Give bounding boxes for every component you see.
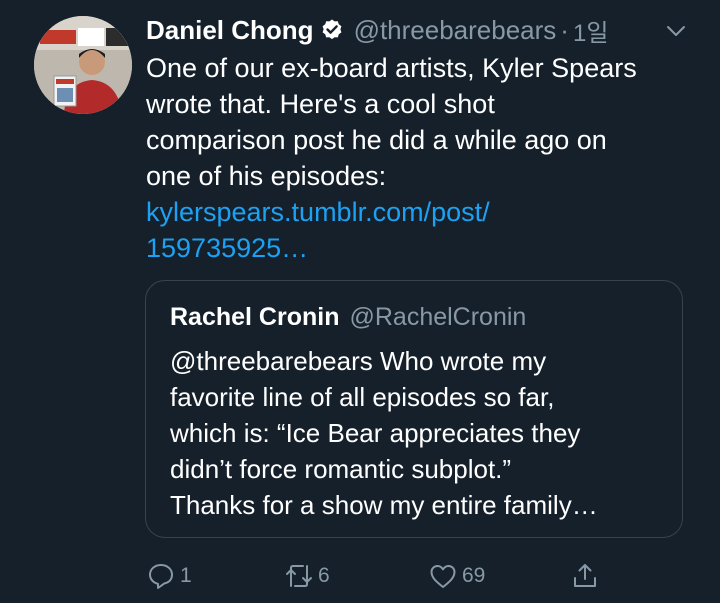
profile-photo [34, 16, 132, 114]
like-button[interactable]: 69 [428, 558, 485, 594]
verified-badge-icon [320, 18, 344, 42]
share-button[interactable] [570, 558, 600, 594]
timestamp[interactable]: 1일 [573, 13, 608, 48]
quoted-author-handle: @RachelCronin [349, 302, 527, 331]
quoted-author-display-name: Rachel Cronin [170, 302, 340, 331]
quoted-text-line: @threebarebears Who wrote my [170, 346, 547, 376]
quoted-tweet-header: Rachel Cronin @RachelCronin [170, 299, 526, 335]
retweet-count: 6 [318, 564, 330, 587]
author-handle[interactable]: @threebarebears [354, 15, 557, 46]
tweet-text-line: comparison post he did a while ago on [146, 125, 607, 155]
like-count: 69 [462, 564, 486, 587]
quoted-tweet-text: @threebarebears Who wrote my favorite li… [170, 343, 670, 523]
avatar[interactable] [34, 16, 132, 114]
separator-dot: · [560, 14, 569, 45]
chevron-down-icon[interactable] [664, 22, 688, 40]
quoted-text-line: which is: “Ice Bear appreciates they [170, 418, 581, 448]
tweet-text-line: One of our ex-board artists, Kyler Spear… [146, 53, 637, 83]
tweet-text-line: wrote that. Here's a cool shot [146, 89, 495, 119]
share-icon [570, 561, 600, 591]
quoted-tweet[interactable]: Rachel Cronin @RachelCronin @threebarebe… [145, 280, 683, 538]
reply-icon [146, 561, 176, 591]
tweet[interactable]: Daniel Chong @threebarebears · 1일 One of… [0, 0, 720, 603]
quoted-text-line: didn’t force romantic subplot.” [170, 454, 512, 484]
reply-count: 1 [180, 564, 192, 587]
author-display-name[interactable]: Daniel Chong [146, 15, 314, 46]
tweet-header: Daniel Chong @threebarebears · 1일 [146, 10, 608, 50]
reply-button[interactable]: 1 [146, 558, 192, 594]
tweet-link[interactable]: kylerspears.tumblr.com/post/ [146, 194, 706, 230]
tweet-text-line: one of his episodes: [146, 161, 387, 191]
quoted-text-line: favorite line of all episodes so far, [170, 382, 555, 412]
tweet-actions: 1 6 69 [0, 558, 720, 598]
tweet-link[interactable]: 159735925… [146, 230, 706, 266]
heart-icon [428, 561, 458, 591]
quoted-text-line: Thanks for a show my entire family… [170, 490, 598, 520]
retweet-icon [284, 561, 314, 591]
retweet-button[interactable]: 6 [284, 558, 330, 594]
tweet-text: One of our ex-board artists, Kyler Spear… [146, 50, 706, 266]
